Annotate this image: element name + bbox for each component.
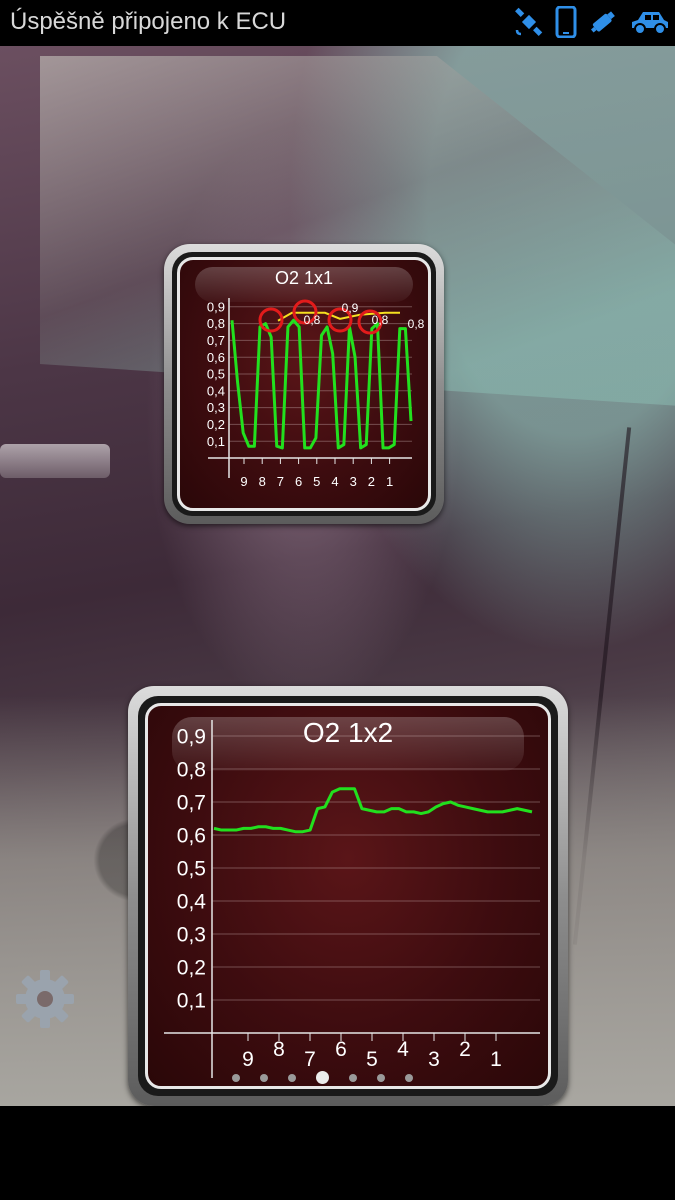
chart-title: O2 1x2 [303, 717, 393, 748]
x-tick-label: 9 [240, 474, 247, 489]
o2-1x2-gauge[interactable]: O2 1x2 0,9 0,8 0,7 0,6 0,5 0,4 0,3 0,2 0,1 9 8 7 6 5 4… [128, 686, 568, 1106]
x-tick-label: 6 [335, 1038, 347, 1061]
y-tick-label: 0,1 [207, 434, 225, 449]
peak-label: 0,8 [372, 313, 389, 327]
peak-label: 0,8 [408, 317, 425, 331]
y-tick-label: 0,6 [177, 824, 206, 847]
x-tick-label: 2 [368, 474, 375, 489]
navigation-bar [0, 1106, 675, 1200]
x-tick-label: 8 [259, 474, 266, 489]
y-tick-label: 0,1 [177, 989, 206, 1012]
y-tick-label: 0,5 [207, 367, 225, 382]
page-dot[interactable] [377, 1073, 385, 1082]
o2-1x1-chart: O2 1x1 0,9 0,8 0,7 0,6 0,50,4 0,3 0,2 0,1 9 8 7 6 5 4… [207, 268, 425, 489]
o2-voltage-line [213, 787, 533, 834]
page-dot[interactable] [260, 1073, 268, 1082]
y-tick-label: 0,2 [207, 417, 225, 432]
y-tick-label: 0,3 [177, 923, 206, 946]
y-tick-label: 0,4 [177, 890, 207, 913]
y-tick-label: 0,8 [177, 758, 206, 781]
y-tick-label: 0,7 [177, 791, 206, 814]
obd-adapter-icon [587, 6, 619, 43]
gauge-face: O2 1x1 0,9 0,8 0,7 0,6 0,5 0,4 0,3 0,2 0,1 9 8 7 6 5 4… [177, 257, 431, 511]
x-tick-label: 1 [386, 474, 393, 489]
x-tick-label: 4 [331, 474, 338, 489]
page-dot[interactable] [288, 1073, 296, 1082]
x-tick-label: 7 [277, 474, 284, 489]
gps-icon [513, 6, 545, 43]
page-dot[interactable] [232, 1073, 240, 1082]
page-dot[interactable] [316, 1071, 329, 1084]
page-indicator[interactable] [232, 1071, 413, 1084]
connection-status-text: Úspěšně připojeno k ECU [10, 8, 287, 35]
o2-1x1-gauge[interactable]: O2 1x1 0,9 0,8 0,7 0,6 0,5 0,4 0,3 0,2 0,1 9 8 7 6 5 4… [164, 244, 444, 524]
gauge-face: O2 1x2 0,9 0,8 0,7 0,6 0,5 0,4 0,3 0,2 0,1 9 8 7 6 5 4… [145, 703, 551, 1089]
phone-icon [555, 5, 577, 43]
x-tick-label: 3 [428, 1048, 440, 1071]
y-tick-label: 0,3 [207, 400, 225, 415]
y-tick-label: 0,9 [207, 299, 225, 314]
x-tick-label: 4 [397, 1038, 409, 1061]
y-tick-label: 0,5 [177, 857, 206, 880]
x-tick-label: 1 [490, 1048, 502, 1071]
y-tick-label: 0,2 [177, 956, 206, 979]
gear-icon[interactable] [14, 968, 76, 1030]
car-icon [629, 6, 671, 43]
status-icons [513, 5, 671, 43]
x-tick-label: 5 [313, 474, 320, 489]
door-handle [0, 444, 110, 478]
x-tick-label: 7 [304, 1048, 316, 1071]
y-tick-label: 0,8 [207, 316, 225, 331]
page-dot[interactable] [349, 1073, 357, 1082]
status-bar: Úspěšně připojeno k ECU [0, 0, 675, 46]
peak-label: 0,9 [342, 301, 359, 315]
x-tick-label: 3 [350, 474, 357, 489]
y-tick-label: 0,4 [207, 383, 225, 398]
o2-voltage-line [230, 318, 413, 450]
x-tick-label: 8 [273, 1038, 285, 1061]
x-tick-label: 5 [366, 1048, 378, 1071]
chart-title: O2 1x1 [275, 268, 333, 288]
x-tick-label: 9 [242, 1048, 254, 1071]
y-tick-label: 0,7 [207, 333, 225, 348]
x-tick-label: 2 [459, 1038, 471, 1061]
y-tick-label: 0,9 [177, 725, 206, 748]
x-tick-label: 6 [295, 474, 302, 489]
o2-1x2-chart: O2 1x2 0,9 0,8 0,7 0,6 0,5 0,4 0,3 0,2 0,1 9 8 7 6 5 4… [164, 717, 540, 1078]
y-tick-label: 0,6 [207, 350, 225, 365]
page-dot[interactable] [405, 1073, 413, 1082]
peak-label: 0,8 [304, 313, 321, 327]
